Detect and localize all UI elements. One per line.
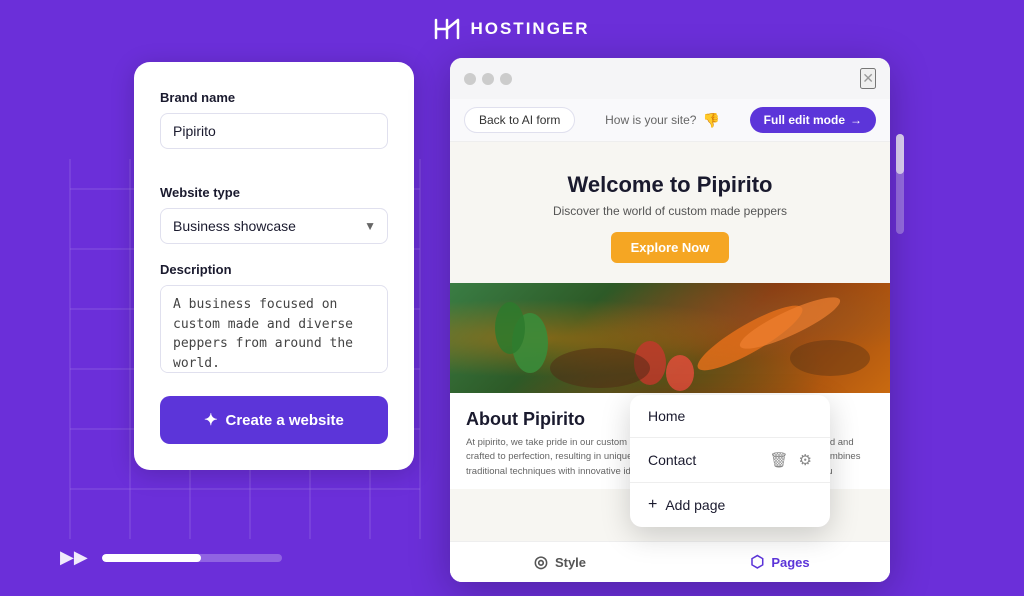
pages-tab[interactable]: ⬡ Pages: [670, 542, 890, 582]
settings-icon[interactable]: ⚙: [799, 451, 812, 469]
description-section: Description A business focused on custom…: [160, 262, 388, 378]
website-type-label: Website type: [160, 185, 388, 200]
bottom-tabs: ◎ Style ⬡ Pages: [450, 541, 890, 582]
progress-track: [102, 554, 282, 562]
main-content: Brand name Website type Business showcas…: [0, 54, 1024, 582]
website-type-section: Website type Business showcase Blog Port…: [160, 185, 388, 244]
brand-name-label: Brand name: [160, 90, 388, 105]
bottom-bar: ▶▶: [60, 547, 282, 568]
browser-topbar: ✕: [450, 58, 890, 99]
style-icon: ◎: [534, 552, 548, 572]
website-type-select[interactable]: Business showcase Blog Portfolio Online …: [160, 208, 388, 244]
add-page-label: Add page: [665, 497, 725, 513]
scrollbar-track[interactable]: [896, 134, 904, 234]
style-tab-label: Style: [555, 555, 586, 570]
scrollbar-thumb: [896, 134, 904, 174]
context-menu: Home Contact 🗑 ⚙ + Add page: [630, 395, 830, 527]
nav-arrows[interactable]: ▶▶: [60, 547, 88, 568]
dot-red: [464, 73, 476, 85]
brand-name-input[interactable]: [160, 113, 388, 149]
hero-section: Welcome to Pipirito Discover the world o…: [450, 142, 890, 283]
close-icon: ✕: [862, 70, 874, 86]
back-button-label: Back to AI form: [479, 113, 560, 127]
hero-subtitle: Discover the world of custom made pepper…: [470, 204, 870, 218]
edit-button-label: Full edit mode: [764, 113, 845, 127]
contact-label: Contact: [648, 452, 696, 468]
style-tab[interactable]: ◎ Style: [450, 542, 670, 582]
menu-item-home[interactable]: Home: [630, 395, 830, 437]
website-preview: Welcome to Pipirito Discover the world o…: [450, 142, 890, 582]
menu-item-contact[interactable]: Contact 🗑 ⚙: [630, 438, 830, 482]
logo-text: HOSTINGER: [470, 19, 589, 39]
home-label: Home: [648, 408, 685, 424]
back-to-ai-form-button[interactable]: Back to AI form: [464, 107, 575, 133]
plus-icon: +: [648, 496, 657, 514]
progress-fill: [102, 554, 201, 562]
brand-name-section: Brand name: [160, 90, 388, 167]
arrow-right-icon: →: [850, 113, 862, 127]
feedback-text: How is your site?: [605, 113, 696, 127]
vegetable-hero-image: [450, 283, 890, 393]
feedback-area: How is your site? 👎: [585, 112, 739, 129]
header: HOSTINGER: [0, 0, 1024, 54]
website-type-select-wrapper: Business showcase Blog Portfolio Online …: [160, 208, 388, 244]
menu-item-add-page[interactable]: + Add page: [630, 483, 830, 527]
description-label: Description: [160, 262, 388, 277]
create-button-label: Create a website: [226, 412, 344, 429]
pages-icon: ⬡: [750, 552, 764, 572]
pages-tab-label: Pages: [771, 555, 809, 570]
explore-button-label: Explore Now: [631, 240, 710, 255]
form-panel: Brand name Website type Business showcas…: [134, 62, 414, 470]
explore-now-button[interactable]: Explore Now: [611, 232, 730, 263]
hero-title: Welcome to Pipirito: [470, 172, 870, 198]
dot-green: [500, 73, 512, 85]
veg-illustration: [450, 283, 890, 393]
trash-icon[interactable]: 🗑: [770, 451, 789, 469]
dot-yellow: [482, 73, 494, 85]
hostinger-logo-icon: [434, 18, 460, 40]
browser-close-button[interactable]: ✕: [860, 68, 876, 89]
browser-container: ✕ Back to AI form How is your site? 👎 Fu…: [450, 54, 890, 582]
browser-dots: [464, 73, 512, 85]
browser-window: ✕ Back to AI form How is your site? 👎 Fu…: [450, 58, 890, 582]
menu-item-icons: 🗑 ⚙: [770, 451, 813, 469]
full-edit-mode-button[interactable]: Full edit mode →: [750, 107, 876, 133]
description-textarea[interactable]: A business focused on custom made and di…: [160, 285, 388, 373]
create-website-button[interactable]: ✦ Create a website: [160, 396, 388, 444]
sparkle-icon: ✦: [204, 410, 217, 430]
thumbs-down-icon[interactable]: 👎: [702, 112, 719, 129]
browser-toolbar: Back to AI form How is your site? 👎 Full…: [450, 99, 890, 142]
